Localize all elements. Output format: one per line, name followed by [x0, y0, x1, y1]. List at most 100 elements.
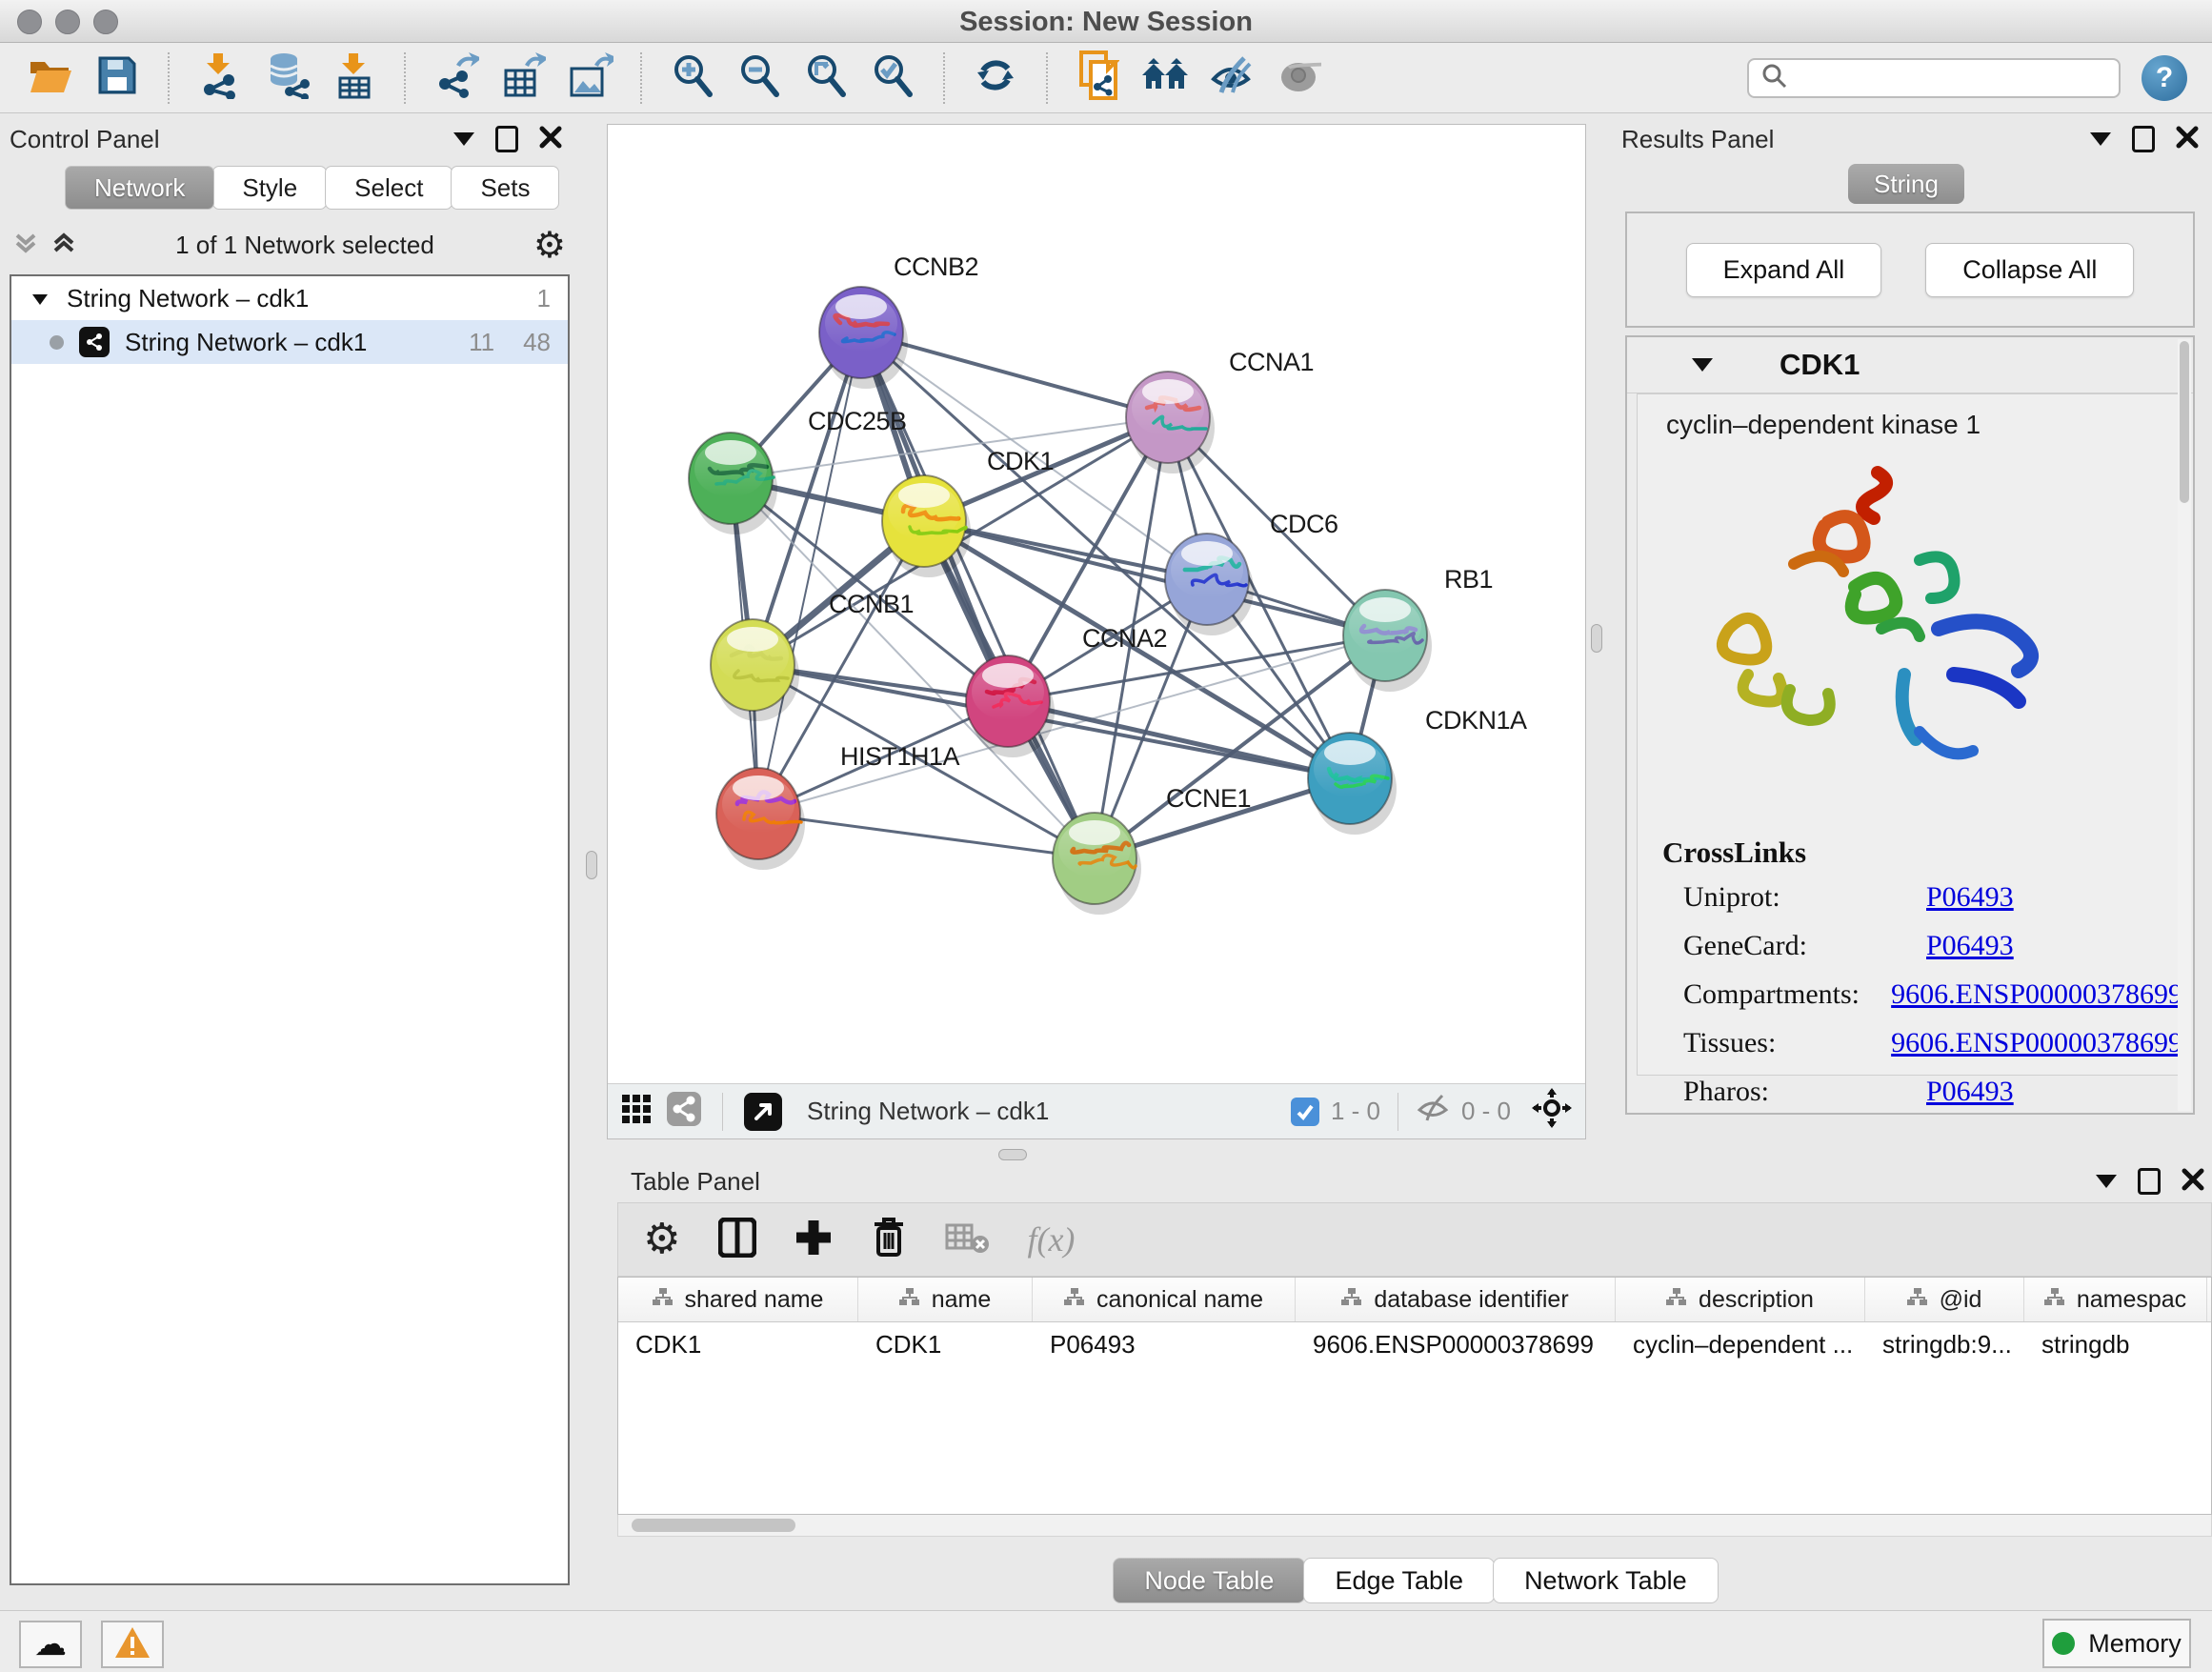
crosslink-link[interactable]: 9606.ENSP00000378699 — [1891, 978, 2182, 1011]
table-row[interactable]: CDK1CDK1P064939606.ENSP00000378699cyclin… — [618, 1322, 2211, 1366]
network-node-rb1[interactable] — [1343, 590, 1427, 681]
panel-close-icon[interactable] — [2176, 126, 2199, 153]
selected-checkbox-icon[interactable] — [1291, 1098, 1319, 1126]
hide-selected-button[interactable] — [1206, 51, 1257, 105]
show-columns-icon[interactable] — [718, 1218, 756, 1262]
network-collection-row[interactable]: String Network – cdk1 1 — [11, 276, 568, 320]
network-node-ccne1[interactable] — [1053, 813, 1136, 904]
column-header[interactable]: database identifier — [1296, 1278, 1616, 1321]
panel-close-icon[interactable] — [539, 126, 562, 153]
fit-selected-crosshair-icon[interactable] — [1532, 1088, 1572, 1135]
network-node-cdc6[interactable] — [1165, 534, 1249, 625]
expand-all-button[interactable]: Expand All — [1686, 243, 1882, 297]
column-header[interactable]: description — [1616, 1278, 1865, 1321]
export-network-button[interactable] — [431, 51, 482, 105]
table-cell[interactable]: CDK1 — [858, 1322, 1033, 1366]
zoom-out-button[interactable] — [734, 51, 785, 105]
table-cell[interactable]: stringdb:9... — [1865, 1322, 2024, 1366]
vertical-splitter-handle[interactable] — [586, 851, 597, 879]
panel-collapse-icon[interactable] — [2096, 1175, 2117, 1188]
cloud-status-button[interactable]: ☁ — [19, 1621, 82, 1668]
network-row-selected[interactable]: String Network – cdk1 11 48 — [11, 320, 568, 364]
tab-network[interactable]: Network — [65, 166, 214, 210]
scrollbar-thumb[interactable] — [632, 1519, 795, 1532]
zoom-in-button[interactable] — [667, 51, 718, 105]
zoom-selected-button[interactable] — [867, 51, 918, 105]
tab-network-table[interactable]: Network Table — [1493, 1558, 1719, 1603]
table-cell[interactable]: 9606.ENSP00000378699 — [1296, 1322, 1616, 1366]
crosslink-link[interactable]: P06493 — [1926, 930, 2014, 962]
table-options-gear-icon[interactable]: ⚙ — [643, 1219, 680, 1260]
scrollbar-thumb[interactable] — [2180, 341, 2189, 503]
grid-view-icon[interactable] — [621, 1094, 652, 1129]
search-box[interactable] — [1747, 58, 2121, 98]
column-header[interactable]: namespac — [2024, 1278, 2207, 1321]
network-node-ccnb2[interactable] — [819, 287, 903, 378]
help-button[interactable]: ? — [2142, 55, 2187, 101]
network-list-icon[interactable] — [667, 1092, 701, 1131]
network-node-ccna1[interactable] — [1126, 372, 1210, 463]
table-cell[interactable]: P06493 — [1033, 1322, 1296, 1366]
expand-all-networks-icon[interactable] — [51, 230, 76, 261]
results-scrollbar[interactable] — [2178, 339, 2191, 1111]
network-node-hist1h1a[interactable] — [716, 768, 801, 859]
panel-float-icon[interactable] — [2138, 1168, 2161, 1195]
tab-style[interactable]: Style — [212, 166, 327, 210]
tab-string[interactable]: String — [1848, 164, 1964, 204]
network-node-ccna2[interactable] — [966, 655, 1050, 747]
column-header[interactable]: name — [858, 1278, 1033, 1321]
import-table-button[interactable] — [328, 51, 379, 105]
refresh-layout-button[interactable] — [970, 51, 1021, 105]
horizontal-splitter-handle[interactable] — [998, 1149, 1027, 1160]
network-node-cdk1[interactable] — [882, 475, 966, 567]
node-section-header[interactable]: CDK1 — [1627, 337, 2193, 393]
import-network-from-database-button[interactable] — [261, 51, 312, 105]
column-header[interactable]: @id — [1865, 1278, 2024, 1321]
network-node-cdkn1a[interactable] — [1308, 733, 1392, 824]
column-header[interactable]: shared name — [618, 1278, 858, 1321]
warnings-button[interactable] — [101, 1621, 164, 1668]
node-table[interactable]: shared namenamecanonical namedatabase id… — [617, 1277, 2212, 1515]
vertical-splitter-handle[interactable] — [1591, 624, 1602, 653]
first-neighbors-button[interactable] — [1139, 51, 1191, 105]
add-column-plus-icon[interactable] — [794, 1219, 833, 1261]
panel-collapse-icon[interactable] — [2090, 132, 2111, 146]
network-node-cdc25b[interactable] — [689, 433, 774, 524]
tree-expand-icon[interactable] — [30, 284, 50, 313]
memory-button[interactable]: Memory — [2042, 1619, 2191, 1668]
tab-sets[interactable]: Sets — [451, 166, 559, 210]
export-table-button[interactable] — [497, 51, 549, 105]
collapse-all-button[interactable]: Collapse All — [1925, 243, 2134, 297]
crosslink-link[interactable]: P06493 — [1926, 1076, 2014, 1108]
zoom-fit-button[interactable] — [800, 51, 852, 105]
crosslink-link[interactable]: P06493 — [1926, 881, 2014, 914]
delete-column-trash-icon[interactable] — [871, 1217, 907, 1263]
panel-collapse-icon[interactable] — [453, 132, 474, 146]
table-cell[interactable]: stringdb — [2024, 1322, 2207, 1366]
network-node-ccnb1[interactable] — [711, 619, 794, 711]
column-header[interactable]: canonical name — [1033, 1278, 1296, 1321]
import-network-button[interactable] — [194, 51, 246, 105]
panel-close-icon[interactable] — [2182, 1168, 2204, 1196]
collapse-all-networks-icon[interactable] — [13, 230, 38, 261]
show-all-button[interactable] — [1273, 51, 1324, 105]
open-session-button[interactable] — [25, 51, 76, 105]
birdseye-view-button[interactable] — [744, 1093, 782, 1131]
gear-icon[interactable]: ⚙ — [533, 227, 566, 263]
tab-select[interactable]: Select — [325, 166, 452, 210]
network-canvas[interactable]: CCNB2CCNA1CDC25BCDK1CDC6RB1CCNB1CCNA2CDK… — [608, 125, 1585, 1084]
new-network-from-selection-button[interactable] — [1073, 51, 1124, 105]
tab-node-table[interactable]: Node Table — [1113, 1558, 1305, 1603]
panel-float-icon[interactable] — [2132, 126, 2155, 152]
export-image-button[interactable] — [564, 51, 615, 105]
table-cell[interactable]: CDK1 — [618, 1322, 858, 1366]
section-collapse-icon[interactable] — [1692, 358, 1713, 372]
search-input[interactable] — [1795, 64, 2107, 92]
tab-edge-table[interactable]: Edge Table — [1303, 1558, 1495, 1603]
panel-float-icon[interactable] — [495, 126, 518, 152]
table-horizontal-scrollbar[interactable] — [617, 1515, 2212, 1537]
crosslink-link[interactable]: 9606.ENSP00000378699 — [1891, 1027, 2182, 1059]
network-view[interactable]: CCNB2CCNA1CDC25BCDK1CDC6RB1CCNB1CCNA2CDK… — [607, 124, 1586, 1139]
table-cell[interactable]: cyclin–dependent ... — [1616, 1322, 1865, 1366]
save-session-button[interactable] — [91, 51, 143, 105]
